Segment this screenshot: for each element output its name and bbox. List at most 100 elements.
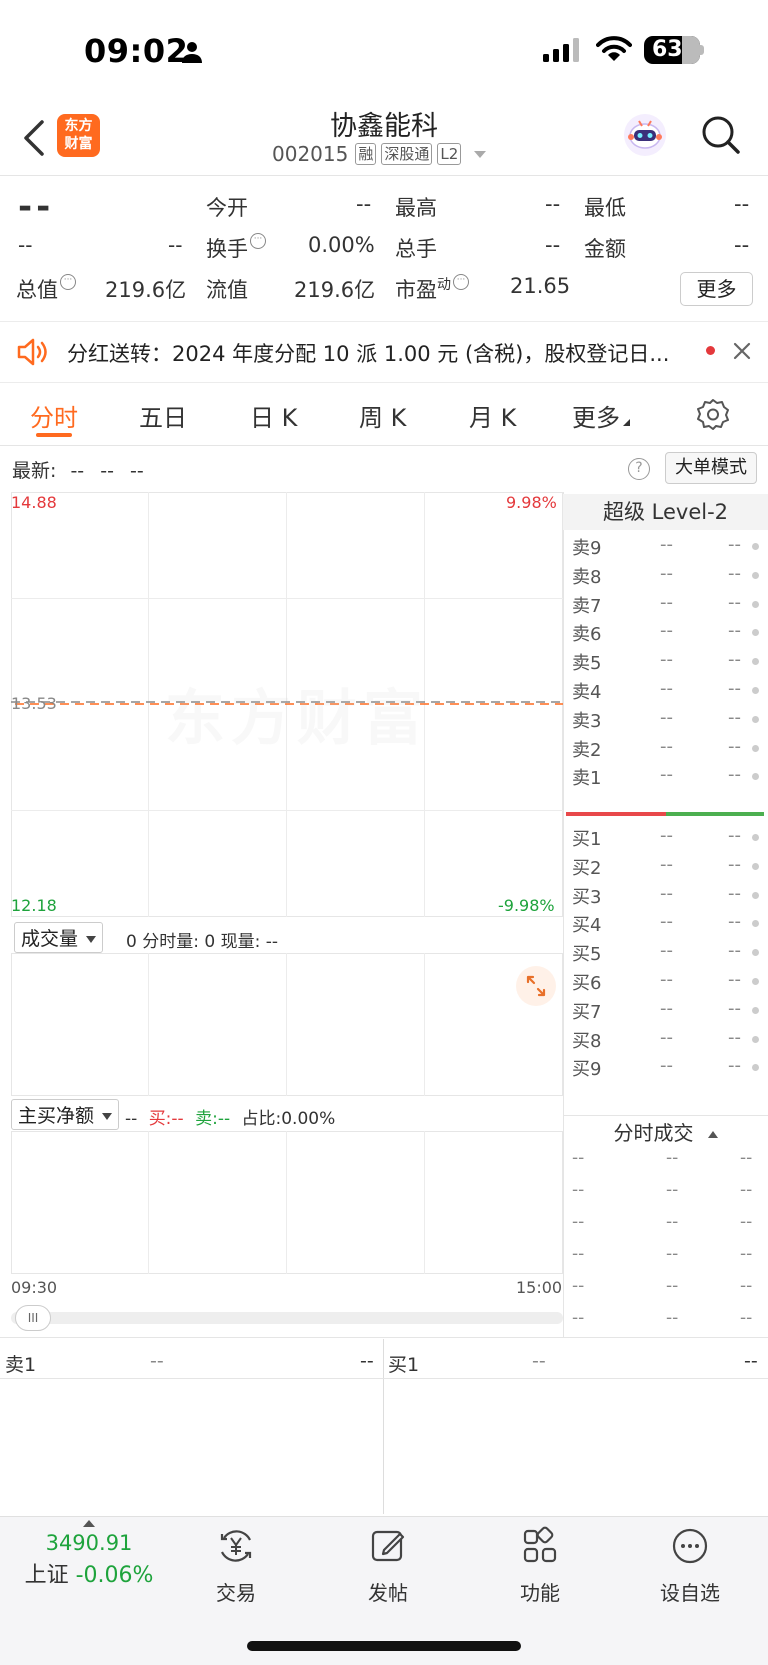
bottom-order-book: 卖1 -- -- 买1 -- -- bbox=[0, 1337, 768, 1515]
tab-more[interactable]: 更多 bbox=[572, 398, 630, 433]
buy-level-row[interactable]: 买5 -- -- bbox=[572, 940, 768, 970]
buy-level-row[interactable]: 买7 -- -- bbox=[572, 998, 768, 1028]
buy-level-price: -- bbox=[660, 1026, 673, 1048]
robot-assistant-icon[interactable] bbox=[622, 112, 668, 158]
notice-text: 分红送转：2024 年度分配 10 派 1.00 元 (含税)，股权登记日... bbox=[67, 342, 670, 366]
level-dot bbox=[752, 949, 759, 957]
stock-header: 东方财富 协鑫能科 002015 融 深股通 L2 bbox=[0, 100, 768, 176]
status-bar: 09:02 63 bbox=[0, 0, 768, 100]
sell-level-row[interactable]: 卖9 -- -- bbox=[572, 534, 768, 564]
nav-add-watchlist[interactable]: 设自选 bbox=[655, 1526, 725, 1606]
value-float-mktcap: 219.6亿 bbox=[294, 278, 376, 302]
order-book-bid-bar bbox=[566, 812, 666, 816]
info-icon[interactable]: ··· bbox=[60, 274, 76, 290]
buy-level-price: -- bbox=[660, 969, 673, 990]
level-dot bbox=[752, 891, 759, 899]
signal-icon bbox=[543, 38, 579, 62]
info-icon[interactable]: ··· bbox=[453, 274, 469, 290]
sell-level-row[interactable]: 卖1 -- -- bbox=[572, 764, 768, 794]
netflow-buy: 买:-- bbox=[148, 1109, 184, 1129]
more-quote-button[interactable]: 更多 bbox=[680, 272, 753, 306]
pct-high-label: 9.98% bbox=[506, 493, 557, 512]
volume-chart[interactable] bbox=[11, 953, 563, 1096]
buy-level-label: 买2 bbox=[572, 857, 602, 879]
sell-level-label: 卖7 bbox=[572, 595, 602, 617]
index-line: 上证 -0.06% bbox=[14, 1557, 164, 1589]
sell-level-row[interactable]: 卖2 -- -- bbox=[572, 736, 768, 766]
nav-trade[interactable]: 交易 bbox=[206, 1526, 266, 1606]
chevron-down-icon[interactable] bbox=[474, 150, 487, 158]
level-dot bbox=[752, 1035, 759, 1043]
sell-level-row[interactable]: 卖8 -- -- bbox=[572, 563, 768, 593]
level-dot bbox=[752, 862, 759, 870]
nav-functions[interactable]: 功能 bbox=[510, 1526, 570, 1606]
buy-level-row[interactable]: 买3 -- -- bbox=[572, 883, 768, 913]
sell-level-row[interactable]: 卖5 -- -- bbox=[572, 649, 768, 679]
sell-level-price: -- bbox=[660, 678, 673, 699]
close-icon[interactable] bbox=[733, 342, 751, 360]
status-time: 09:02 bbox=[84, 32, 189, 70]
tick-price: -- bbox=[666, 1308, 679, 1328]
grid-vline bbox=[424, 953, 425, 1096]
ticks-header[interactable]: 分时成交 bbox=[563, 1115, 768, 1145]
buy-level-row[interactable]: 买2 -- -- bbox=[572, 854, 768, 884]
label-float-mktcap: 流值 bbox=[206, 278, 248, 302]
bottom-book-line bbox=[0, 1378, 768, 1379]
sell-level-price: -- bbox=[660, 620, 673, 642]
label-pe-sup: 动 bbox=[437, 277, 451, 293]
label-total-mktcap: 总值 ··· bbox=[16, 274, 76, 304]
nav-post[interactable]: 发帖 bbox=[358, 1526, 418, 1606]
stock-code-row[interactable]: 002015 融 深股通 L2 bbox=[272, 142, 487, 166]
netflow-sell: 卖:-- bbox=[195, 1109, 231, 1129]
sell-level-row[interactable]: 卖6 -- -- bbox=[572, 620, 768, 650]
sell-level-row[interactable]: 卖7 -- -- bbox=[572, 592, 768, 622]
info-icon[interactable]: ··· bbox=[250, 233, 266, 249]
buy-level-row[interactable]: 买9 -- -- bbox=[572, 1055, 768, 1085]
index-ticker[interactable]: 3490.91 上证 -0.06% bbox=[14, 1520, 164, 1589]
chart-scroll-track[interactable] bbox=[11, 1312, 563, 1324]
tab-five-day[interactable]: 五日 bbox=[139, 398, 187, 433]
sell-level-label: 卖4 bbox=[572, 682, 602, 703]
edit-post-icon bbox=[371, 1530, 405, 1562]
tick-price: -- bbox=[666, 1276, 679, 1296]
tab-monthly-k[interactable]: 月 K bbox=[469, 398, 516, 433]
current-price: -- bbox=[18, 187, 55, 227]
caret-up-icon bbox=[83, 1520, 95, 1527]
order-book-ask-bar bbox=[666, 812, 764, 816]
level-dot bbox=[752, 773, 759, 781]
sell-level-row[interactable]: 卖3 -- -- bbox=[572, 707, 768, 737]
tab-daily-k[interactable]: 日 K bbox=[250, 398, 297, 433]
volume-indicator-select[interactable]: 成交量 bbox=[14, 922, 104, 953]
sell-level-volume: -- bbox=[728, 562, 741, 584]
tab-intraday[interactable]: 分时 bbox=[30, 398, 78, 433]
battery-nub bbox=[700, 45, 704, 55]
level2-title[interactable]: 超级 Level-2 bbox=[563, 494, 768, 530]
big-order-mode-button[interactable]: 大单模式 bbox=[665, 452, 757, 484]
value-open: -- bbox=[356, 192, 372, 216]
buy-level-row[interactable]: 买6 -- -- bbox=[572, 969, 768, 999]
netflow-chart[interactable] bbox=[11, 1131, 563, 1274]
search-icon[interactable] bbox=[700, 114, 742, 156]
sell-level-row[interactable]: 卖4 -- -- bbox=[572, 678, 768, 708]
help-icon[interactable]: ? bbox=[628, 458, 650, 480]
buy-level-row[interactable]: 买8 -- -- bbox=[572, 1027, 768, 1057]
dividend-notice[interactable]: 分红送转：2024 年度分配 10 派 1.00 元 (含税)，股权登记日... bbox=[0, 321, 768, 383]
latest-row: 最新: -- -- -- bbox=[12, 456, 144, 483]
buy-level-row[interactable]: 买4 -- -- bbox=[572, 911, 768, 941]
settings-gear-icon[interactable] bbox=[697, 398, 729, 430]
nav-trade-label: 交易 bbox=[216, 1581, 256, 1605]
tab-weekly-k[interactable]: 周 K bbox=[359, 398, 406, 433]
buy-level-row[interactable]: 买1 -- -- bbox=[572, 825, 768, 855]
sell-level-volume: -- bbox=[728, 649, 741, 671]
home-indicator bbox=[247, 1641, 521, 1651]
value-high: -- bbox=[545, 192, 561, 216]
tab-more-label: 更多 bbox=[572, 404, 620, 432]
netflow-indicator-select[interactable]: 主买净额 bbox=[11, 1099, 120, 1130]
level-dot bbox=[752, 629, 759, 637]
time-end-label: 15:00 bbox=[516, 1278, 563, 1297]
chevron-down-icon bbox=[102, 1113, 113, 1120]
chart-scroll-handle[interactable]: III bbox=[15, 1305, 51, 1331]
tick-time: -- bbox=[572, 1148, 585, 1168]
chart-tabs: 分时 五日 日 K 周 K 月 K 更多 bbox=[0, 384, 768, 446]
expand-chart-button[interactable] bbox=[516, 966, 556, 1006]
